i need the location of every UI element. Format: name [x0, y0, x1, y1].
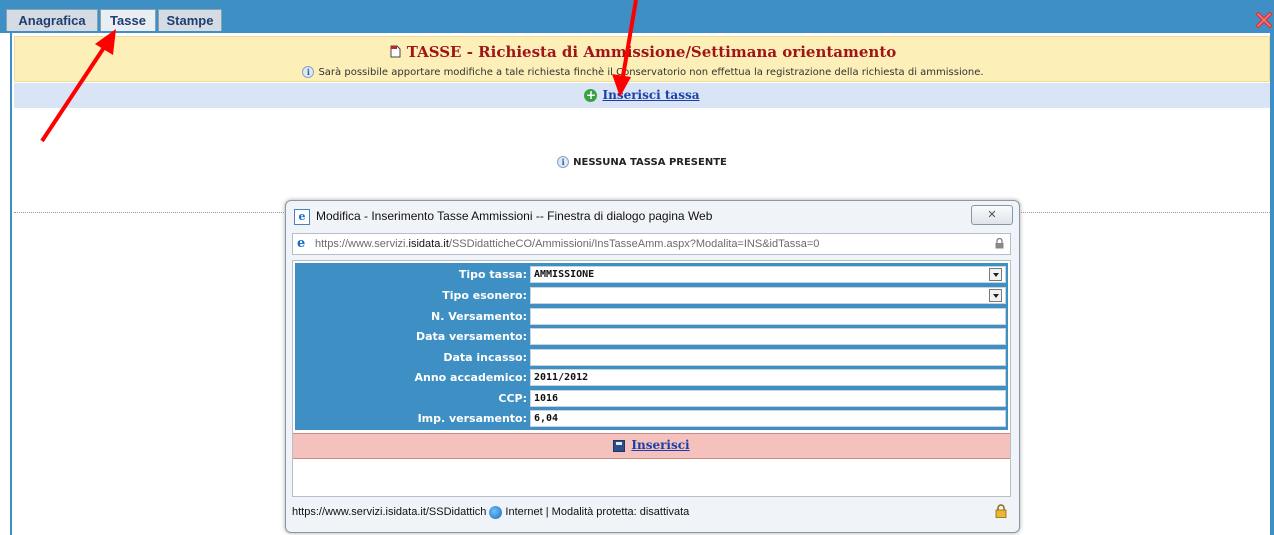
- label-data-versamento: Data versamento:: [415, 330, 527, 343]
- close-x-icon[interactable]: [1254, 10, 1274, 30]
- empty-message: i NESSUNA TASSA PRESENTE: [14, 156, 1270, 168]
- label-data-incasso: Data incasso:: [443, 351, 527, 364]
- label-ccp: CCP:: [498, 392, 527, 405]
- insert-tax-band: + Inserisci tassa: [14, 83, 1270, 108]
- page-title: TASSE - Richiesta di Ammissione/Settiman…: [15, 43, 1271, 61]
- empty-message-text: NESSUNA TASSA PRESENTE: [573, 157, 727, 168]
- dialog-window: e Modifica - Inserimento Tasse Ammissioni…: [285, 200, 1020, 533]
- page-note: i Sarà possibile apportare modifiche a ta…: [15, 66, 1271, 78]
- add-circle-icon: +: [584, 88, 598, 102]
- dialog-url-bar: e https://www.servizi.isidata.it/SSDidatt…: [292, 233, 1011, 255]
- dialog-close-button[interactable]: ✕: [971, 205, 1013, 225]
- ie-icon: e: [297, 236, 306, 252]
- tab-anagrafica[interactable]: Anagrafica: [6, 9, 98, 31]
- top-tab-bar: Anagrafica Tasse Stampe: [0, 0, 1274, 33]
- input-anno-accademico[interactable]: 2011/2012: [530, 369, 1006, 386]
- url-domain: isidata.it: [408, 238, 449, 250]
- select-arrow-icon[interactable]: [989, 289, 1002, 302]
- insert-tax-label[interactable]: Inserisci tassa: [602, 88, 699, 102]
- page-header: TASSE - Richiesta di Ammissione/Settiman…: [14, 36, 1270, 82]
- insert-tax-link[interactable]: + Inserisci tassa: [14, 88, 1270, 102]
- select-tipo-esonero[interactable]: [530, 287, 1006, 304]
- ie-icon: e: [294, 209, 310, 225]
- input-n-versamento[interactable]: [530, 308, 1006, 325]
- select-tipo-tassa-value: AMMISSIONE: [534, 269, 595, 280]
- form-row-data-versamento: Data versamento:: [295, 327, 1008, 346]
- info-icon: i: [302, 66, 315, 78]
- document-icon: [390, 45, 401, 58]
- page-note-text: Sarà possibile apportare modifiche a tal…: [318, 67, 984, 78]
- url-prefix: https://www.servizi.: [315, 238, 409, 250]
- info-icon: i: [557, 156, 570, 168]
- lock-icon: [995, 238, 1004, 249]
- tab-stampe[interactable]: Stampe: [158, 9, 222, 31]
- form-row-tipo-tassa: Tipo tassa: AMMISSIONE: [295, 265, 1008, 284]
- submit-band: Inserisci: [293, 433, 1010, 459]
- form-row-imp-versamento: Imp. versamento: 6,04: [295, 409, 1008, 428]
- dialog-title-text: Modifica - Inserimento Tasse Ammissioni …: [316, 209, 713, 224]
- tab-tasse[interactable]: Tasse: [100, 9, 156, 31]
- form-row-data-incasso: Data incasso:: [295, 348, 1008, 367]
- globe-icon: [489, 505, 503, 519]
- status-url: https://www.servizi.isidata.it/SSDidatti…: [292, 506, 487, 518]
- floppy-save-icon: [613, 439, 626, 452]
- label-tipo-tassa: Tipo tassa:: [458, 268, 527, 281]
- dialog-status-bar: https://www.servizi.isidata.it/SSDidatti…: [292, 501, 1011, 523]
- label-tipo-esonero: Tipo esonero:: [442, 289, 527, 302]
- input-data-incasso[interactable]: [530, 349, 1006, 366]
- form-row-anno-accademico: Anno accademico: 2011/2012: [295, 368, 1008, 387]
- frame-right-border: [1270, 33, 1274, 535]
- label-imp-versamento: Imp. versamento:: [417, 412, 527, 425]
- label-n-versamento: N. Versamento:: [431, 310, 527, 323]
- input-ccp[interactable]: 1016: [530, 390, 1006, 407]
- form-row-n-versamento: N. Versamento:: [295, 307, 1008, 326]
- form-row-ccp: CCP: 1016: [295, 389, 1008, 408]
- inserisci-label[interactable]: Inserisci: [631, 438, 689, 452]
- input-imp-versamento[interactable]: 6,04: [530, 410, 1006, 427]
- label-anno-accademico: Anno accademico:: [414, 371, 528, 384]
- frame-left-border: [0, 33, 12, 535]
- form-row-tipo-esonero: Tipo esonero:: [295, 286, 1008, 305]
- url-path: /SSDidatticheCO/Ammissioni/InsTasseAmm.a…: [448, 238, 820, 250]
- status-zone: Internet | Modalità protetta: disattivat…: [505, 506, 690, 518]
- dialog-content: Tipo tassa: AMMISSIONE Tipo esonero: N. …: [292, 260, 1011, 497]
- select-tipo-tassa[interactable]: AMMISSIONE: [530, 266, 1006, 283]
- padlock-icon: [995, 504, 1007, 518]
- dialog-title: e Modifica - Inserimento Tasse Ammissioni…: [294, 209, 712, 225]
- tax-form: Tipo tassa: AMMISSIONE Tipo esonero: N. …: [295, 263, 1008, 430]
- inserisci-button[interactable]: Inserisci: [293, 438, 1010, 452]
- input-data-versamento[interactable]: [530, 328, 1006, 345]
- select-arrow-icon[interactable]: [989, 268, 1002, 281]
- page-title-text: TASSE - Richiesta di Ammissione/Settiman…: [406, 43, 897, 61]
